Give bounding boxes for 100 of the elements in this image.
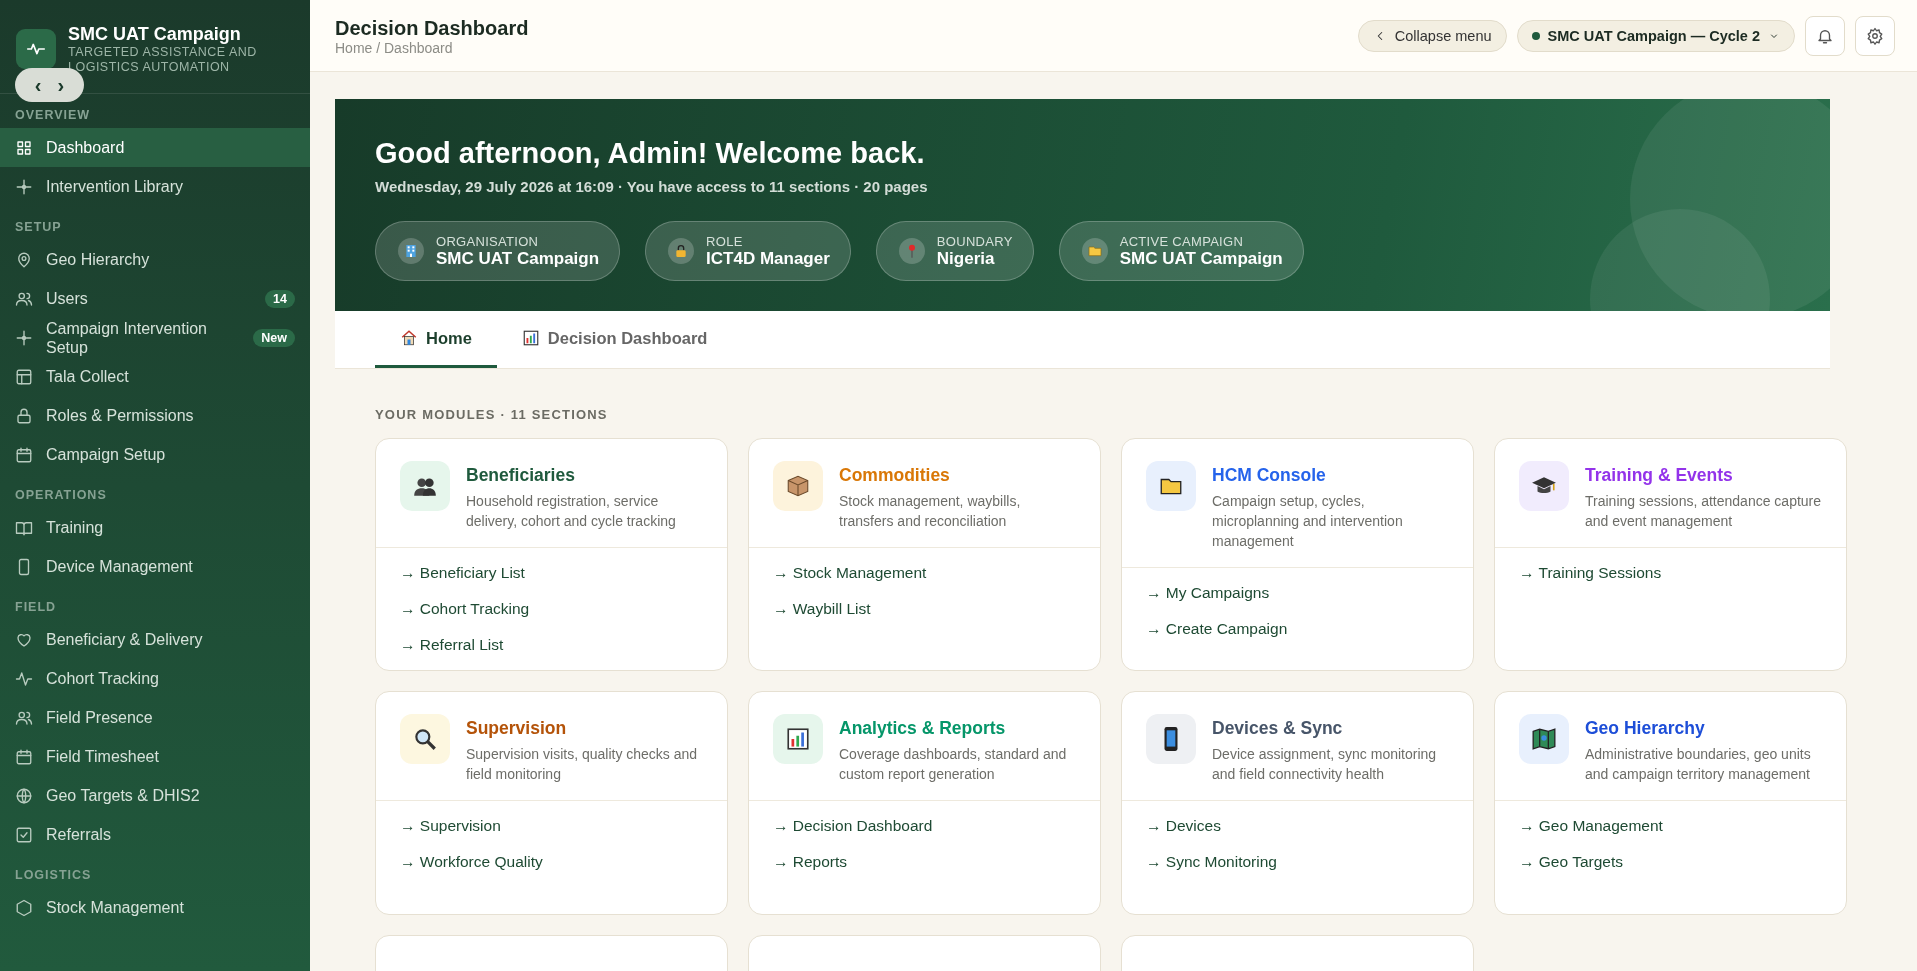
folder-icon <box>1086 243 1103 259</box>
chip-label: BOUNDARY <box>936 233 1013 249</box>
grid-icon <box>15 138 33 157</box>
module-link[interactable]: → Create Campaign <box>1146 618 1449 640</box>
nav-label: Training <box>46 518 105 537</box>
nav-label: Referrals <box>46 825 112 844</box>
nav-item[interactable]: Campaign Intervention Setup New <box>0 318 310 357</box>
module-title: Geo Hierarchy <box>1585 718 1706 739</box>
module-link[interactable]: → Geo Targets <box>1519 851 1822 873</box>
module-link[interactable]: → My Campaigns <box>1146 582 1449 604</box>
module-title: HCM Console <box>1212 465 1327 486</box>
module-description: Campaign setup, cycles, microplanning and intervention management <box>1212 492 1404 551</box>
module-title: Devices & Sync <box>1212 718 1344 739</box>
box-icon <box>785 473 811 499</box>
nav-item[interactable]: Roles & Permissions <box>0 396 310 435</box>
calendar-icon <box>15 747 33 766</box>
module-link[interactable]: → Cohort Tracking <box>400 598 703 620</box>
breadcrumb: Home / Dashboard <box>335 39 454 56</box>
pulse-icon <box>15 669 33 688</box>
module-title: Analytics & Reports <box>839 718 1007 739</box>
module-link[interactable]: → Sync Monitoring <box>1146 851 1449 873</box>
notifications-button[interactable] <box>1805 15 1845 56</box>
section-heading: SETUP <box>14 219 63 236</box>
checkbox-icon <box>15 825 33 844</box>
collapse-menu-button[interactable]: Collapse menu <box>1357 19 1507 52</box>
module-link[interactable]: → Decision Dashboard <box>773 815 1076 837</box>
nav-label: Field Timesheet <box>46 747 160 766</box>
nav-label: Stock Management <box>46 898 185 917</box>
module-link[interactable]: → Geo Management <box>1519 815 1822 837</box>
module-link[interactable]: → Waybill List <box>773 598 1076 620</box>
nav-item[interactable]: Device Management <box>0 547 310 586</box>
nav-label: Geo Hierarchy <box>46 250 151 269</box>
chip-value: Nigeria <box>936 248 996 269</box>
nav-label: Tala Collect <box>46 367 130 386</box>
hexagon-icon <box>15 898 33 917</box>
module-title: Training & Events <box>1585 465 1734 486</box>
nav-label: Intervention Library <box>46 177 184 196</box>
nav-label: Beneficiary & Delivery <box>46 630 204 649</box>
magnifier-icon <box>412 726 438 752</box>
nav-label: Field Presence <box>46 708 154 727</box>
module-description: Supervision visits, quality checks and field monitoring <box>466 745 699 784</box>
settings-button[interactable] <box>1855 15 1895 56</box>
nav-item[interactable]: Dashboard <box>0 128 310 167</box>
nav-item[interactable]: Campaign Setup <box>0 435 310 474</box>
nav-item[interactable]: Intervention Library <box>0 167 310 206</box>
page-title: Decision Dashboard <box>335 15 529 40</box>
module-title: Beneficiaries <box>466 465 576 486</box>
campaign-selector[interactable]: SMC UAT Campaign — Cycle 2 <box>1516 19 1795 52</box>
module-link[interactable]: → Workforce Quality <box>400 851 703 873</box>
module-link[interactable]: → Supervision <box>400 815 703 837</box>
nav-label: Geo Targets & DHIS2 <box>46 786 201 805</box>
nav-item[interactable]: Users 14 <box>0 279 310 318</box>
nav-label: Campaign Intervention Setup <box>46 318 208 357</box>
module-link[interactable]: → Stock Management <box>773 562 1076 584</box>
nav-item[interactable]: Geo Targets & DHIS2 <box>0 776 310 815</box>
section-heading: YOUR MODULES · 11 SECTIONS <box>375 407 609 422</box>
chip-value: ICT4D Manager <box>706 248 830 269</box>
module-link[interactable]: → Training Sessions <box>1519 562 1822 584</box>
chip-label: ROLE <box>706 233 744 249</box>
module-description: Administrative boundaries, geo units and campaign territory management <box>1585 745 1812 784</box>
nav-item[interactable]: Field Timesheet <box>0 737 310 776</box>
count-badge: 14 <box>265 289 295 308</box>
nav-item[interactable]: Field Presence <box>0 698 310 737</box>
app-title: SMC UAT Campaign <box>68 22 242 45</box>
module-link[interactable]: → Reports <box>773 851 1076 873</box>
chip-label: ORGANISATION <box>436 233 540 249</box>
nav-label: Roles & Permissions <box>46 406 195 425</box>
module-description: Household registration, service delivery, cohort and cycle tracking <box>466 492 677 531</box>
map-icon <box>1531 726 1557 752</box>
nav-item[interactable]: Training <box>0 508 310 547</box>
nav-item[interactable]: Tala Collect <box>0 357 310 396</box>
globe-icon <box>15 786 33 805</box>
module-description: Training sessions, attendance capture and event management <box>1585 492 1822 531</box>
nav-label: Cohort Tracking <box>46 669 160 688</box>
lock-icon <box>15 406 33 425</box>
module-link[interactable]: → Referral List <box>400 634 703 656</box>
nav-item[interactable]: Cohort Tracking <box>0 659 310 698</box>
section-heading: LOGISTICS <box>14 867 93 884</box>
nav-item[interactable]: Stock Management <box>0 888 310 927</box>
map-pin-icon <box>15 250 33 269</box>
module-link[interactable]: → Beneficiary List <box>400 562 703 584</box>
prev-arrow[interactable]: ‹ <box>34 75 42 95</box>
section-heading: OVERVIEW <box>14 107 92 124</box>
next-arrow[interactable]: › <box>57 75 65 95</box>
nav-item[interactable]: Geo Hierarchy <box>0 240 310 279</box>
bar-chart-icon <box>521 329 540 347</box>
section-heading: OPERATIONS <box>14 487 108 504</box>
module-description: Coverage dashboards, standard and custom report generation <box>839 745 1068 784</box>
nav-label: Users <box>46 289 89 308</box>
count-badge: New <box>253 328 295 347</box>
tab[interactable]: Decision Dashboard <box>496 311 733 368</box>
nav-item[interactable]: Referrals <box>0 815 310 854</box>
bar-chart-icon <box>785 726 811 752</box>
calendar-icon <box>15 445 33 464</box>
module-title: Commodities <box>839 465 951 486</box>
chip-value: SMC UAT Campaign <box>1119 248 1283 269</box>
module-link[interactable]: → Devices <box>1146 815 1449 837</box>
module-title: Supervision <box>466 718 568 739</box>
nav-item[interactable]: Beneficiary & Delivery <box>0 620 310 659</box>
tab[interactable]: Home <box>375 311 497 368</box>
